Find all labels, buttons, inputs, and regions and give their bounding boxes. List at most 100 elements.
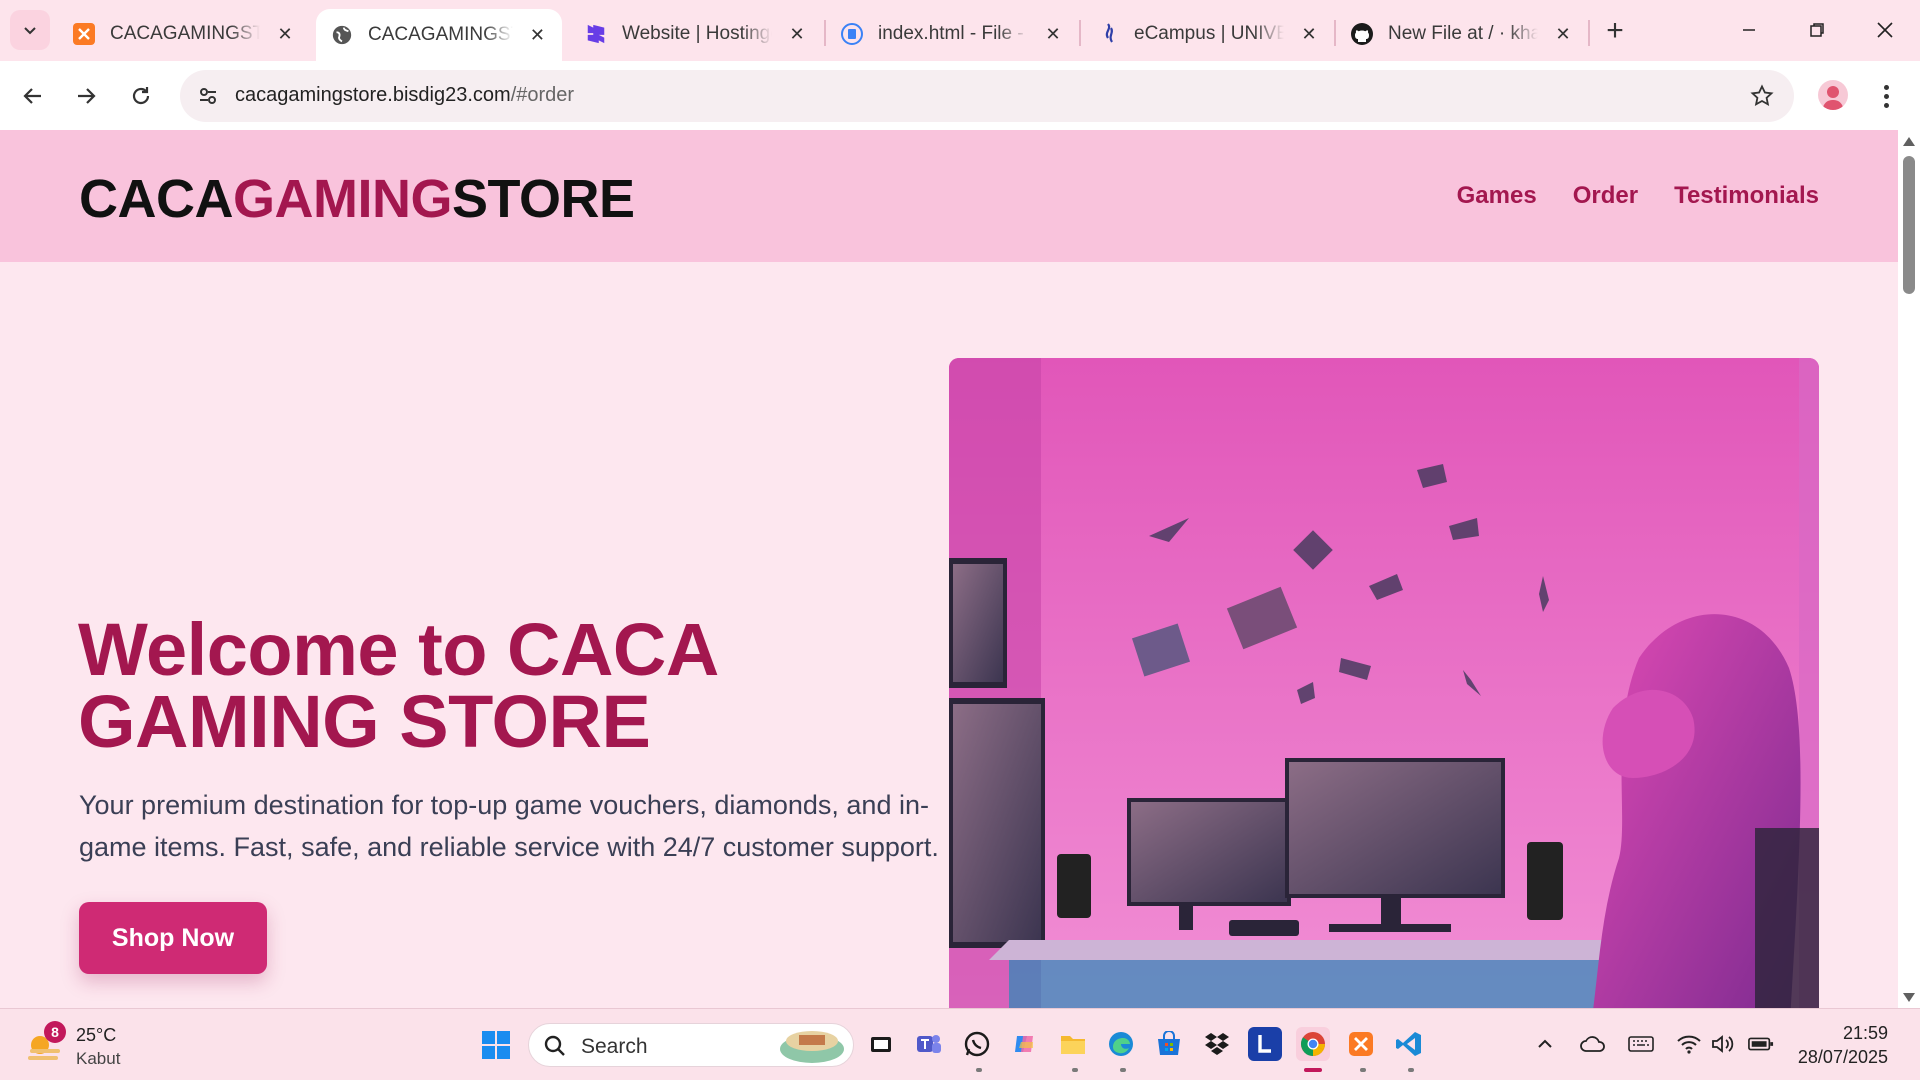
tab-search-button[interactable] <box>10 10 50 50</box>
tab-5[interactable]: eCampus | UNIVERSITAS ✕ <box>1082 9 1334 59</box>
xampp-icon <box>72 22 96 46</box>
weather-widget[interactable]: 8 25°C Kabut <box>22 1019 162 1071</box>
close-icon[interactable]: ✕ <box>1042 23 1064 45</box>
back-button[interactable] <box>13 76 53 116</box>
search-icon <box>544 1035 565 1056</box>
hero-title-line-2: GAMING STORE <box>78 680 651 763</box>
volume-icon[interactable] <box>1710 1031 1736 1057</box>
browser-toolbar: cacagamingstore.bisdig23.com/#order <box>0 61 1920 130</box>
weather-condition: Kabut <box>76 1049 121 1068</box>
ecampus-icon <box>1096 22 1120 46</box>
tab-title: index.html - File - Hostinger <box>878 23 1028 44</box>
page-scrollbar[interactable] <box>1898 130 1920 1008</box>
teams-icon[interactable] <box>912 1027 946 1061</box>
minimize-button[interactable] <box>1724 8 1774 52</box>
tab-title: New File at / · khansa <box>1388 23 1538 44</box>
show-hidden-icons-chevron-icon[interactable] <box>1532 1031 1558 1057</box>
minimize-icon <box>1743 29 1755 31</box>
restore-button[interactable] <box>1792 8 1842 52</box>
arrow-right-icon <box>78 88 96 104</box>
tab-2-active[interactable]: CACAGAMINGSTORE ✕ <box>316 9 562 61</box>
new-tab-button[interactable]: + <box>1598 14 1632 48</box>
taskbar-search[interactable]: Search <box>528 1023 854 1067</box>
wifi-icon[interactable] <box>1676 1031 1702 1057</box>
hero-gaming-room-image <box>949 358 1819 1008</box>
edge-icon[interactable] <box>1104 1027 1138 1061</box>
copilot-icon[interactable] <box>1008 1027 1042 1061</box>
dropbox-icon[interactable] <box>1200 1027 1234 1061</box>
tab-title: Website | Hostinger <box>622 23 772 44</box>
running-indicator <box>1120 1068 1126 1072</box>
system-clock[interactable]: 21:59 28/07/2025 <box>1798 1021 1888 1069</box>
hero-title-line-1: Welcome to CACA <box>78 608 719 691</box>
running-indicator <box>1408 1068 1414 1072</box>
close-icon[interactable]: ✕ <box>1552 23 1574 45</box>
notification-badge: 8 <box>44 1021 66 1043</box>
scrollbar-thumb[interactable] <box>1903 156 1915 294</box>
file-explorer-icon[interactable] <box>1056 1027 1090 1061</box>
address-bar[interactable]: cacagamingstore.bisdig23.com/#order <box>180 70 1794 122</box>
tab-separator <box>1588 20 1590 46</box>
tab-3[interactable]: Website | Hostinger ✕ <box>570 9 822 59</box>
start-button[interactable] <box>480 1029 512 1061</box>
site-header: CACAGAMINGSTORE Games Order Testimonials <box>0 130 1898 262</box>
main-nav: Games Order Testimonials <box>1457 182 1819 210</box>
tab-4[interactable]: index.html - File - Hostinger ✕ <box>826 9 1078 59</box>
reload-icon <box>132 87 150 105</box>
xampp-taskbar-icon[interactable] <box>1344 1027 1378 1061</box>
keyboard-icon[interactable] <box>1628 1031 1654 1057</box>
windows-taskbar: 8 25°C Kabut Search 21:59 28/07/2025 <box>0 1008 1920 1080</box>
onedrive-icon[interactable] <box>1580 1031 1606 1057</box>
shop-now-button[interactable]: Shop Now <box>79 902 267 974</box>
nav-link-order[interactable]: Order <box>1573 182 1638 210</box>
vscode-icon[interactable] <box>1392 1027 1426 1061</box>
tab-title: CACAGAMINGSTORE <box>110 23 260 44</box>
scroll-up-arrow[interactable] <box>1903 137 1915 146</box>
reload-button[interactable] <box>121 76 161 116</box>
whatsapp-icon[interactable] <box>960 1027 994 1061</box>
menu-kebab-icon[interactable] <box>1872 79 1900 113</box>
close-icon <box>1877 22 1893 38</box>
tab-separator <box>1079 20 1081 46</box>
weather-temp: 25°C <box>76 1025 117 1045</box>
page-viewport: CACAGAMINGSTORE Games Order Testimonials… <box>0 130 1898 1008</box>
battery-icon[interactable] <box>1748 1031 1774 1057</box>
search-highlight-icon <box>780 1031 844 1063</box>
active-app-indicator <box>1304 1068 1322 1072</box>
close-icon[interactable]: ✕ <box>1298 23 1320 45</box>
close-icon[interactable]: ✕ <box>527 24 548 46</box>
url-text[interactable]: cacagamingstore.bisdig23.com/#order <box>235 84 574 107</box>
chrome-icon[interactable] <box>1296 1027 1330 1061</box>
logo-part-1: CACA <box>79 169 234 229</box>
restore-icon <box>1810 23 1824 37</box>
github-icon <box>1350 22 1374 46</box>
chevron-down-icon <box>24 27 36 35</box>
bookmark-star-icon[interactable] <box>1748 82 1776 110</box>
l-app-icon[interactable] <box>1248 1027 1282 1061</box>
nav-link-games[interactable]: Games <box>1457 182 1537 210</box>
logo-part-3: STORE <box>452 169 635 229</box>
forward-button[interactable] <box>66 76 106 116</box>
file-manager-icon <box>840 22 864 46</box>
close-window-button[interactable] <box>1860 8 1910 52</box>
tab-1[interactable]: CACAGAMINGSTORE ✕ <box>58 9 310 59</box>
running-indicator <box>1360 1068 1366 1072</box>
profile-avatar[interactable] <box>1818 80 1848 110</box>
windows-logo-icon <box>482 1031 510 1059</box>
tab-title: CACAGAMINGSTORE <box>368 24 513 45</box>
site-logo[interactable]: CACAGAMINGSTORE <box>79 168 635 230</box>
url-path: /#order <box>510 84 575 106</box>
task-view-icon[interactable] <box>864 1027 898 1061</box>
site-info-icon[interactable] <box>194 82 222 110</box>
microsoft-store-icon[interactable] <box>1152 1027 1186 1061</box>
search-placeholder: Search <box>581 1035 648 1058</box>
scroll-down-arrow[interactable] <box>1903 993 1915 1002</box>
hostinger-icon <box>584 22 608 46</box>
clock-date: 28/07/2025 <box>1797 1047 1888 1067</box>
close-icon[interactable]: ✕ <box>786 23 808 45</box>
close-icon[interactable]: ✕ <box>274 23 296 45</box>
arrow-left-icon <box>23 88 41 104</box>
nav-link-testimonials[interactable]: Testimonials <box>1674 182 1819 210</box>
tab-6[interactable]: New File at / · khansa ✕ <box>1336 9 1588 59</box>
tab-title: eCampus | UNIVERSITAS <box>1134 23 1284 44</box>
